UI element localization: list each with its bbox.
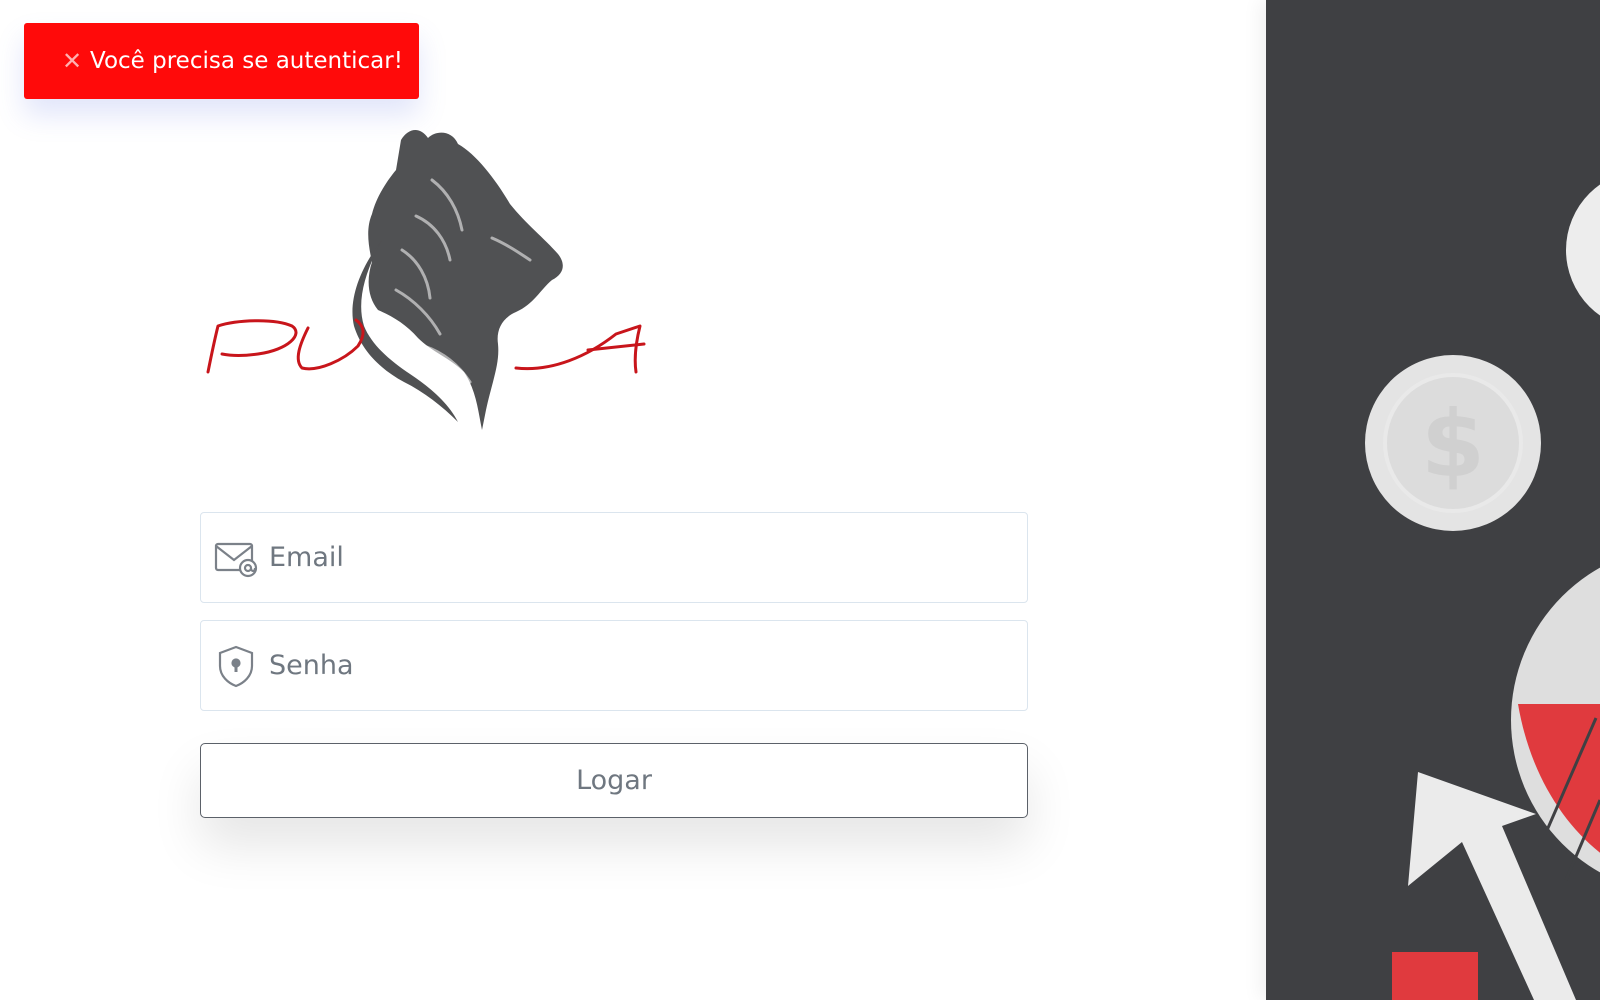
coin-icon: $	[1365, 355, 1541, 531]
toast-message: Você precisa se autenticar!	[90, 48, 403, 74]
shield-lock-icon	[201, 620, 263, 711]
login-page: ✕ Você precisa se autenticar! Email Loga…	[0, 0, 1600, 1000]
large-coin-shape	[1566, 184, 1600, 316]
finance-illustration: $	[1365, 184, 1600, 1000]
svg-text:$: $	[1421, 391, 1485, 498]
decorative-panel: $	[1266, 0, 1600, 1000]
error-toast[interactable]: ✕ Você precisa se autenticar!	[24, 23, 419, 99]
close-icon[interactable]: ✕	[62, 23, 82, 99]
password-field	[200, 620, 1028, 711]
email-at-icon	[201, 512, 263, 603]
email-input[interactable]	[263, 527, 1027, 588]
email-field	[200, 512, 1028, 603]
brand-logo	[206, 129, 646, 430]
tiger-head-icon	[352, 129, 563, 430]
login-button[interactable]: Logar	[200, 743, 1028, 818]
login-panel: ✕ Você precisa se autenticar! Email Loga…	[0, 0, 1266, 1000]
login-form: Logar	[200, 512, 1028, 818]
password-input[interactable]	[263, 635, 1027, 696]
bar-chart-shape	[1392, 952, 1478, 1000]
